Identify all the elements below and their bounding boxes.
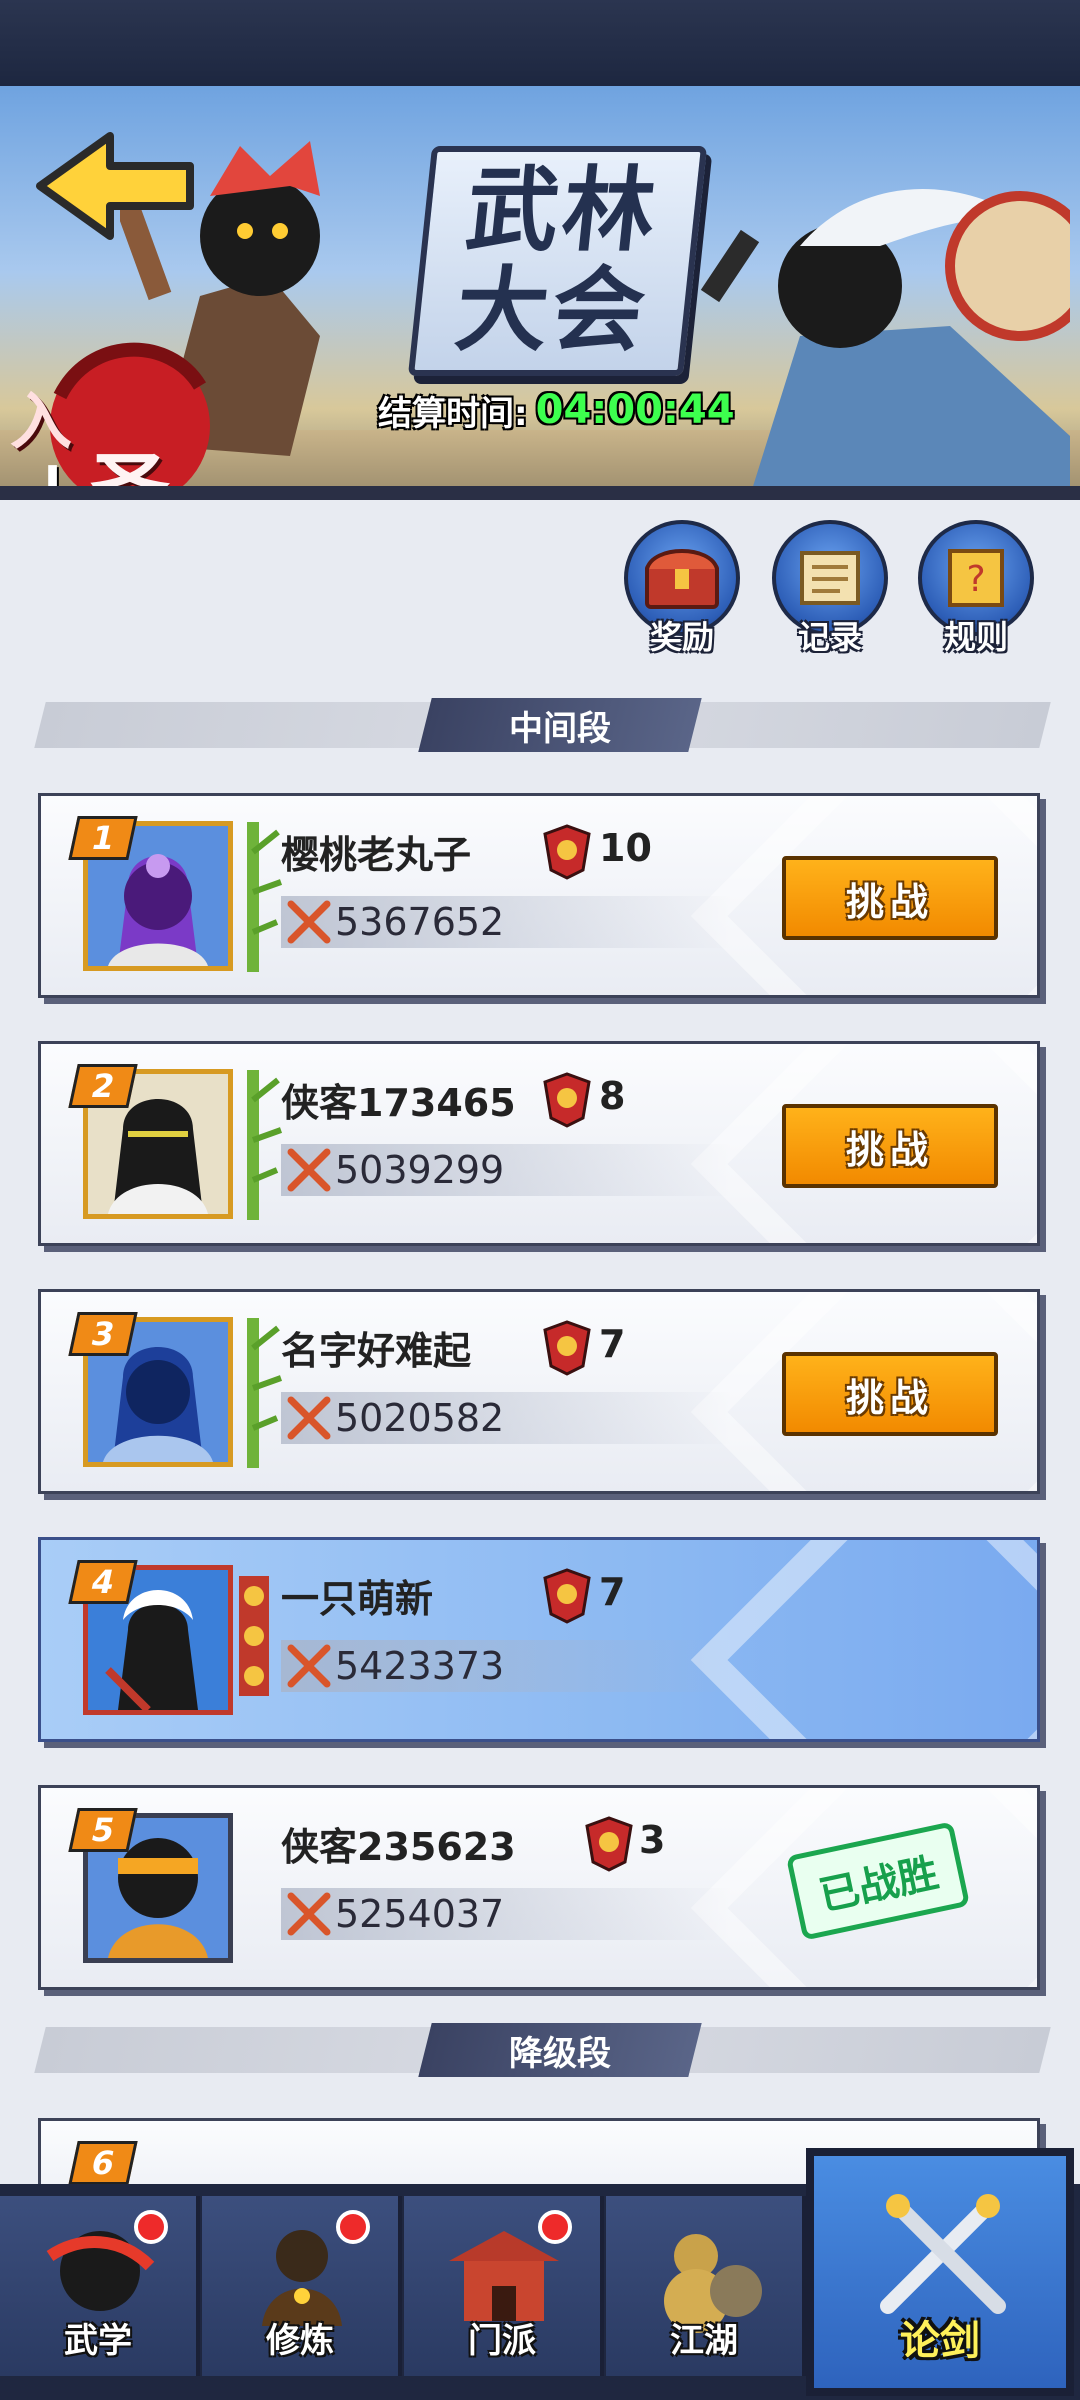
combat-power-value: 5020582	[335, 1396, 505, 1440]
rank-badge: 入 圣 I	[0, 276, 210, 500]
rules-label: 规则	[943, 618, 1008, 656]
challenge-button[interactable]: 挑战	[782, 1352, 998, 1436]
player-score: 7	[599, 1322, 626, 1366]
combat-power-value: 5039299	[335, 1148, 505, 1192]
fighter-right-art	[700, 188, 1070, 496]
score-shield-icon	[543, 1072, 591, 1128]
reward-label: 奖励	[649, 618, 714, 656]
player-name: 名字好难起	[281, 1329, 472, 1373]
bamboo-frame-icon	[247, 822, 283, 972]
player-score: 10	[599, 826, 652, 870]
rank-number: 4	[68, 1560, 138, 1604]
rank-badge-top: 入	[10, 385, 73, 458]
rank-number: 6	[68, 2141, 138, 2185]
challenge-button[interactable]: 挑战	[782, 1104, 998, 1188]
notification-dot	[538, 2210, 572, 2244]
nav-label: 江湖	[670, 2321, 738, 2361]
event-title-line1: 武林	[461, 157, 665, 264]
player-name: 一只萌新	[281, 1577, 434, 1621]
player-score: 8	[599, 1074, 626, 1118]
challenge-button[interactable]: 挑战	[782, 856, 998, 940]
crossed-swords-icon	[287, 1396, 331, 1440]
rules-button[interactable]: ? 规则	[916, 520, 1036, 670]
combat-power: 5254037	[281, 1888, 731, 1940]
player-card-2: 2 侠客173465 8 5039299 挑战	[38, 1041, 1040, 1246]
combat-power-value: 5254037	[335, 1892, 505, 1936]
nav-cultivation[interactable]: 修炼	[202, 2196, 402, 2376]
score-shield-icon	[543, 1320, 591, 1376]
svg-text:?: ?	[966, 559, 985, 600]
nav-label: 论剑	[900, 2318, 980, 2364]
section-title-demotion: 降级段	[509, 2033, 611, 2074]
nav-jianghu[interactable]: 江湖	[606, 2196, 806, 2376]
crossed-swords-icon	[287, 1892, 331, 1936]
player-card-1: 1 樱桃老丸子 10 5367652 挑战	[38, 793, 1040, 998]
player-score: 3	[639, 1818, 666, 1862]
player-score: 7	[599, 1570, 626, 1614]
nav-martial-arts[interactable]: 武学	[0, 2196, 200, 2376]
player-name: 侠客173465	[281, 1081, 516, 1125]
combat-power: 5039299	[281, 1144, 731, 1196]
event-title: 武林 大会	[407, 146, 708, 376]
combat-power: 5423373	[281, 1640, 731, 1692]
reward-button[interactable]: 奖励	[622, 520, 742, 670]
player-card-5: 5 侠客235623 3 5254037 已战胜	[38, 1785, 1040, 1990]
player-card-3: 3 名字好难起 7 5020582 挑战	[38, 1289, 1040, 1494]
nav-sword-debate-active[interactable]: 论剑	[806, 2148, 1074, 2396]
player-name: 樱桃老丸子	[281, 833, 472, 877]
score-shield-icon	[543, 1568, 591, 1624]
timer-label: 结算时间:	[378, 393, 528, 434]
player-card-4-self: 4 一只萌新 7 5423373	[38, 1537, 1040, 1742]
combat-power: 5367652	[281, 896, 731, 948]
record-button[interactable]: 记录	[770, 520, 890, 670]
bamboo-frame-icon	[247, 1318, 283, 1468]
crossed-swords-icon	[287, 1148, 331, 1192]
nav-sect[interactable]: 门派	[404, 2196, 604, 2376]
combat-power: 5020582	[281, 1392, 731, 1444]
event-banner: 入 圣 I 武林 大会 结算时间: 04:00:44	[0, 86, 1080, 500]
rank-number: 5	[68, 1808, 138, 1852]
player-name: 侠客235623	[281, 1825, 516, 1869]
crossed-swords-icon	[287, 1644, 331, 1688]
score-shield-icon	[543, 824, 591, 880]
crossed-swords-icon	[287, 900, 331, 944]
back-arrow-icon[interactable]	[30, 126, 200, 246]
rank-number: 2	[68, 1064, 138, 1108]
status-bar	[0, 0, 1080, 86]
timer-value: 04:00:44	[535, 387, 735, 433]
banner-edge	[0, 486, 1080, 500]
score-shield-icon	[585, 1816, 633, 1872]
bamboo-frame-icon	[247, 1070, 283, 1220]
new-year-frame-icon	[239, 1576, 269, 1696]
combat-power-value: 5423373	[335, 1644, 505, 1688]
section-header-middle: 中间段	[34, 698, 1051, 752]
notification-dot	[134, 2210, 168, 2244]
record-label: 记录	[797, 618, 862, 656]
settlement-timer: 结算时间: 04:00:44	[378, 385, 735, 435]
nav-label: 门派	[468, 2321, 536, 2361]
crossed-swords-nav-icon	[880, 2194, 1006, 2314]
rank-number: 1	[68, 816, 138, 860]
notification-dot	[336, 2210, 370, 2244]
rank-number: 3	[68, 1312, 138, 1356]
nav-label: 武学	[64, 2321, 132, 2361]
section-title-middle: 中间段	[509, 708, 611, 749]
nav-label: 修炼	[266, 2321, 334, 2361]
event-title-line2: 大会	[450, 257, 654, 364]
section-header-demotion: 降级段	[34, 2023, 1051, 2077]
combat-power-value: 5367652	[335, 900, 505, 944]
